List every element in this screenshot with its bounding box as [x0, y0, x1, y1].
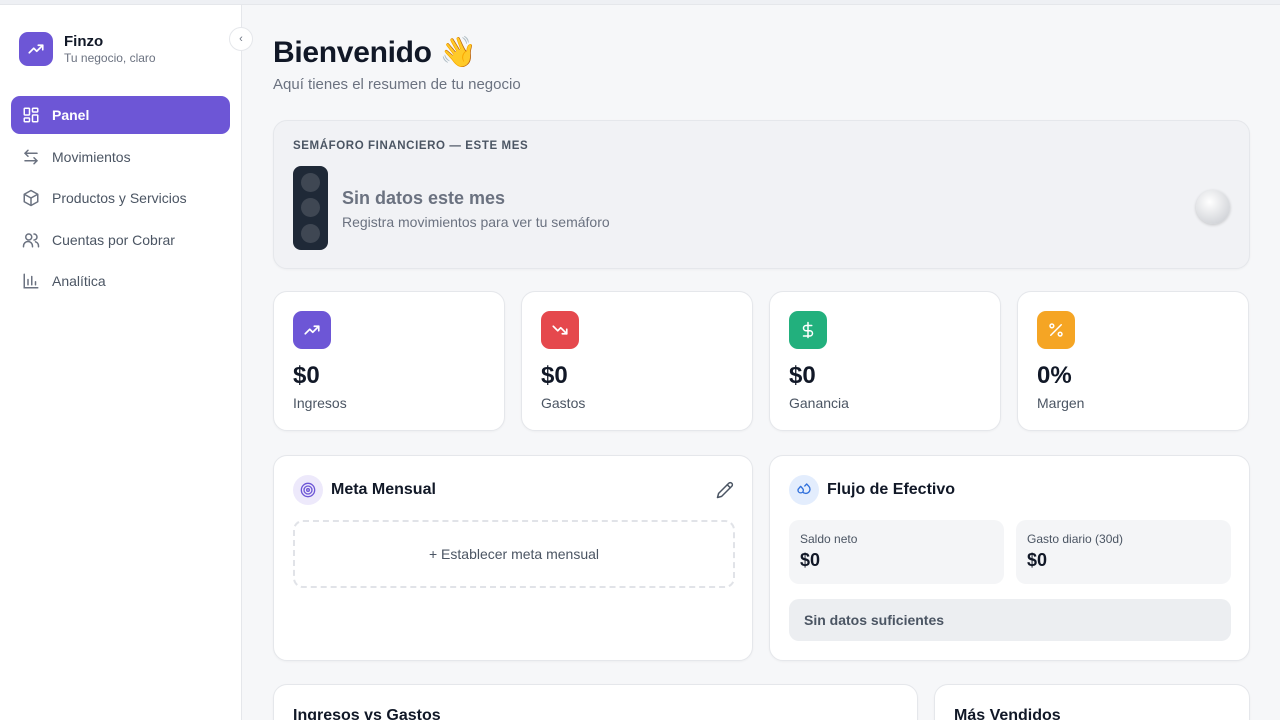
status-orb-icon	[1196, 190, 1230, 224]
saldo-value: $0	[800, 550, 821, 570]
stat-card-ganancia: $0 Ganancia	[769, 291, 1001, 431]
stat-label: Ingresos	[293, 395, 347, 411]
dollar-icon	[789, 311, 827, 349]
target-icon	[293, 475, 323, 505]
page-subtitle: Aquí tienes el resumen de tu negocio	[273, 76, 521, 93]
sidebar: Finzo Tu negocio, claro ‹ Panel Movimien…	[0, 5, 253, 720]
stat-label: Gastos	[541, 395, 586, 411]
stat-label: Margen	[1037, 395, 1085, 411]
card-title: Meta Mensual	[331, 481, 436, 498]
dashboard-icon	[22, 106, 40, 124]
meta-mensual-card: Meta Mensual + Establecer meta mensual	[273, 455, 753, 661]
stat-value: 0%	[1037, 362, 1072, 389]
saldo-label: Saldo neto	[800, 532, 858, 546]
trending-up-icon	[19, 32, 53, 66]
gasto-value: $0	[1027, 550, 1048, 570]
sidebar-item-panel[interactable]: Panel	[11, 96, 230, 134]
saldo-neto-box: Saldo neto $0	[789, 520, 1004, 584]
stat-card-gastos: $0 Gastos	[521, 291, 753, 431]
stat-card-ingresos: $0 Ingresos	[273, 291, 505, 431]
collapse-sidebar-button[interactable]: ‹	[229, 27, 253, 51]
card-title: Ingresos vs Gastos	[293, 707, 441, 720]
brand-tagline: Tu negocio, claro	[64, 50, 156, 65]
stat-value: $0	[789, 362, 816, 389]
sidebar-item-label: Panel	[52, 107, 90, 123]
droplets-icon	[789, 475, 819, 505]
gasto-label: Gasto diario (30d)	[1027, 532, 1124, 546]
set-goal-button[interactable]: + Establecer meta mensual	[293, 520, 735, 588]
sidebar-item-label: Movimientos	[52, 148, 131, 165]
sidebar-item-analitica[interactable]: Analítica	[11, 262, 230, 300]
sidebar-item-label: Productos y Servicios	[52, 190, 187, 207]
trending-up-icon	[293, 311, 331, 349]
gasto-diario-box: Gasto diario (30d) $0	[1016, 520, 1231, 584]
ingresos-vs-gastos-card: Ingresos vs Gastos	[273, 684, 918, 720]
page-title: Bienvenido 👋	[273, 36, 477, 69]
mas-vendidos-card: Más Vendidos	[934, 684, 1250, 720]
sidebar-item-movimientos[interactable]: Movimientos	[11, 138, 230, 176]
semaforo-description: Registra movimientos para ver tu semáfor…	[342, 214, 610, 230]
stat-value: $0	[293, 362, 320, 389]
stat-value: $0	[541, 362, 568, 389]
semaforo-card: SEMÁFORO FINANCIERO — ESTE MES Sin datos…	[273, 120, 1250, 269]
sidebar-item-productos[interactable]: Productos y Servicios	[11, 179, 230, 217]
brand[interactable]: Finzo Tu negocio, claro	[19, 32, 156, 66]
package-icon	[22, 189, 40, 207]
users-icon	[22, 231, 40, 249]
no-data-message: Sin datos suficientes	[789, 599, 1231, 641]
brand-name: Finzo	[64, 32, 104, 50]
stat-card-margen: 0% Margen	[1017, 291, 1249, 431]
sidebar-item-label: Analítica	[52, 273, 106, 290]
stat-label: Ganancia	[789, 395, 849, 411]
traffic-light-icon	[293, 166, 328, 250]
traffic-lamp	[301, 198, 320, 218]
sidebar-item-cuentas[interactable]: Cuentas por Cobrar	[11, 221, 230, 259]
semaforo-title: Sin datos este mes	[342, 188, 506, 208]
card-title: Flujo de Efectivo	[827, 481, 956, 498]
traffic-lamp	[301, 223, 320, 243]
sidebar-item-label: Cuentas por Cobrar	[52, 231, 175, 248]
trending-down-icon	[541, 311, 579, 349]
semaforo-label: SEMÁFORO FINANCIERO — ESTE MES	[293, 140, 529, 152]
sidebar-nav: Panel Movimientos Productos y Servicios …	[11, 96, 230, 304]
edit-icon[interactable]	[716, 481, 734, 499]
flujo-efectivo-card: Flujo de Efectivo Saldo neto $0 Gasto di…	[769, 455, 1250, 661]
traffic-lamp	[301, 173, 320, 193]
percent-icon	[1037, 311, 1075, 349]
card-title: Más Vendidos	[954, 707, 1061, 720]
bar-chart-icon	[22, 272, 40, 290]
arrows-left-right-icon	[22, 148, 40, 166]
